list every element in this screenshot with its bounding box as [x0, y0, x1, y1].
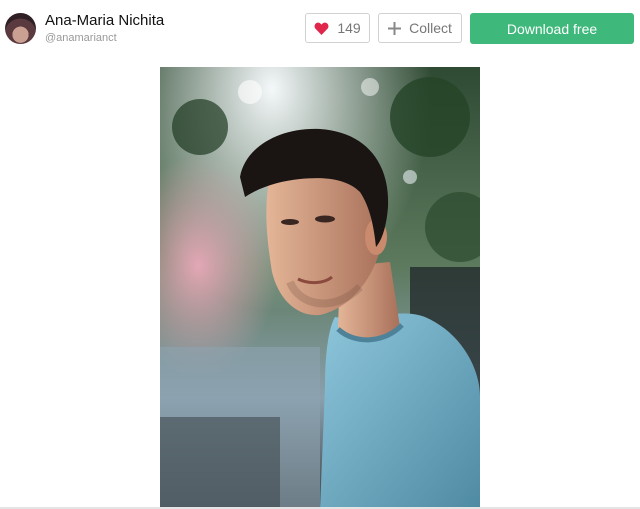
collect-label: Collect — [409, 20, 452, 36]
photo-header: Ana-Maria Nichita @anamarianct 149 Colle… — [0, 0, 640, 62]
download-label: Download free — [506, 20, 598, 37]
author-name[interactable]: Ana-Maria Nichita — [45, 12, 164, 29]
download-button[interactable]: Download free — [470, 13, 634, 44]
like-count: 149 — [337, 20, 361, 36]
author-avatar[interactable] — [5, 13, 36, 44]
author-handle[interactable]: @anamarianct — [45, 32, 117, 44]
collect-button[interactable]: Collect — [378, 13, 462, 43]
main-photo[interactable] — [160, 67, 480, 509]
like-button[interactable]: 149 — [305, 13, 370, 43]
heart-icon — [314, 22, 329, 35]
plus-icon — [388, 21, 402, 35]
